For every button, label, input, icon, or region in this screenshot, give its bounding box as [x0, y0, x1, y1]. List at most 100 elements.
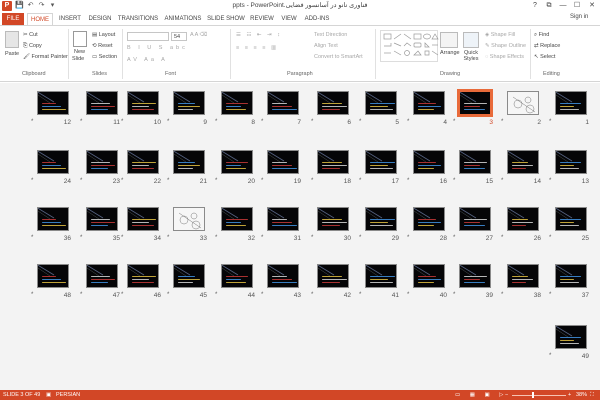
slide-thumbnail-1[interactable] — [555, 91, 587, 115]
language-indicator[interactable]: PERSIAN — [56, 390, 80, 400]
slide-thumbnail-17[interactable] — [365, 150, 397, 174]
ribbon-display-button[interactable]: ⧉ — [542, 0, 556, 11]
quick-styles-icon[interactable] — [463, 32, 479, 48]
slide-thumbnail-5[interactable] — [365, 91, 397, 115]
tab-home[interactable]: HOME — [27, 13, 53, 25]
slide-thumbnail-41[interactable] — [365, 264, 397, 288]
section-button[interactable]: ▭ Section — [92, 54, 117, 60]
spell-check-icon[interactable]: ▣ — [46, 390, 51, 400]
select-button[interactable]: ↖ Select — [534, 54, 555, 60]
new-slide-button[interactable]: New — [74, 49, 85, 55]
slide-thumbnail-22[interactable] — [127, 150, 159, 174]
slide-thumbnail-2[interactable] — [507, 91, 539, 115]
sign-in-link[interactable]: Sign in — [570, 14, 588, 20]
slide-thumbnail-31[interactable] — [267, 207, 299, 231]
tab-animations[interactable]: ANIMATIONS — [162, 13, 204, 25]
slide-thumbnail-14[interactable] — [507, 150, 539, 174]
slide-thumbnail-25[interactable] — [555, 207, 587, 231]
align-text-button[interactable]: Align Text — [314, 43, 338, 49]
tab-file[interactable]: FILE — [2, 13, 24, 25]
slide-thumbnail-24[interactable] — [37, 150, 69, 174]
tab-slide-show[interactable]: SLIDE SHOW — [206, 13, 246, 25]
slide-thumbnail-35[interactable] — [86, 207, 118, 231]
slide-thumbnail-29[interactable] — [365, 207, 397, 231]
cut-button[interactable]: ✂ Cut — [23, 32, 38, 38]
slide-thumbnail-23[interactable] — [86, 150, 118, 174]
font-color-buttons-icon[interactable]: AV Aa A — [127, 57, 168, 63]
reset-button[interactable]: ⟲ Reset — [92, 43, 113, 49]
fit-window-icon[interactable]: ⛶ — [590, 390, 594, 400]
slide-thumbnail-30[interactable] — [317, 207, 349, 231]
zoom-out-button[interactable]: − — [505, 390, 508, 400]
shape-outline-button[interactable]: ✎ Shape Outline — [485, 43, 526, 49]
shapes-gallery[interactable] — [380, 30, 439, 62]
slide-thumbnail-9[interactable] — [173, 91, 205, 115]
slide-thumbnail-16[interactable] — [413, 150, 445, 174]
tab-review[interactable]: REVIEW — [248, 13, 276, 25]
slide-thumbnail-48[interactable] — [37, 264, 69, 288]
tab-design[interactable]: DESIGN — [86, 13, 114, 25]
font-name-box[interactable] — [127, 32, 169, 41]
slide-thumbnail-7[interactable] — [267, 91, 299, 115]
slide-thumbnail-49[interactable] — [555, 325, 587, 349]
font-format-buttons-icon[interactable]: B I U S abc — [127, 45, 188, 51]
slide-thumbnail-8[interactable] — [221, 91, 253, 115]
find-button[interactable]: ⌕ Find — [534, 32, 549, 39]
slide-thumbnail-13[interactable] — [555, 150, 587, 174]
slide-thumbnail-10[interactable] — [127, 91, 159, 115]
tab-transitions[interactable]: TRANSITIONS — [116, 13, 160, 25]
slide-thumbnail-39[interactable] — [459, 264, 491, 288]
slide-thumbnail-36[interactable] — [37, 207, 69, 231]
zoom-slider[interactable] — [512, 394, 566, 396]
minimize-button[interactable]: — — [556, 0, 570, 11]
format-painter-button[interactable]: 🖌 Format Painter — [23, 54, 68, 60]
slide-thumbnail-15[interactable] — [459, 150, 491, 174]
zoom-in-button[interactable]: + — [568, 390, 571, 400]
tab-view[interactable]: VIEW — [278, 13, 300, 25]
align-buttons-icon[interactable]: ≡ ≡ ≡ ≡ ▥ — [236, 45, 278, 51]
zoom-slider-thumb[interactable] — [532, 392, 534, 398]
new-slide-icon[interactable] — [73, 31, 87, 47]
paste-icon[interactable] — [5, 31, 19, 48]
replace-button[interactable]: ⇄ Replace — [534, 43, 560, 49]
slide-thumbnail-43[interactable] — [267, 264, 299, 288]
slide-thumbnail-18[interactable] — [317, 150, 349, 174]
slide-thumbnail-44[interactable] — [221, 264, 253, 288]
arrange-button[interactable]: Arrange — [440, 50, 460, 56]
slide-thumbnail-19[interactable] — [267, 150, 299, 174]
quick-styles-button[interactable]: Quick Styles — [460, 50, 482, 62]
slide-thumbnail-47[interactable] — [86, 264, 118, 288]
arrange-icon[interactable] — [440, 32, 458, 48]
slide-thumbnail-38[interactable] — [507, 264, 539, 288]
new-slide-button-line2[interactable]: Slide — [72, 56, 84, 62]
slide-thumbnail-32[interactable] — [221, 207, 253, 231]
slide-thumbnail-20[interactable] — [221, 150, 253, 174]
convert-smartart-button[interactable]: Convert to SmartArt — [314, 54, 363, 60]
slide-thumbnail-11[interactable] — [86, 91, 118, 115]
text-direction-button[interactable]: Text Direction — [314, 32, 347, 38]
slide-thumbnail-3[interactable] — [457, 89, 493, 117]
font-size-box[interactable]: 54 — [171, 32, 187, 41]
slide-thumbnail-42[interactable] — [317, 264, 349, 288]
slide-thumbnail-21[interactable] — [173, 150, 205, 174]
slide-thumbnail-12[interactable] — [37, 91, 69, 115]
slide-thumbnail-40[interactable] — [413, 264, 445, 288]
shape-effects-button[interactable]: ◌ Shape Effects — [485, 54, 524, 60]
zoom-level[interactable]: 38% — [576, 390, 587, 400]
slide-thumbnail-4[interactable] — [413, 91, 445, 115]
slide-thumbnail-33[interactable] — [173, 207, 205, 231]
shape-fill-button[interactable]: ◈ Shape Fill — [485, 32, 515, 38]
maximize-button[interactable]: ☐ — [570, 0, 584, 11]
slide-thumbnail-6[interactable] — [317, 91, 349, 115]
slide-thumbnail-27[interactable] — [459, 207, 491, 231]
slide-thumbnail-34[interactable] — [127, 207, 159, 231]
list-buttons-icon[interactable]: ☰ ☷ ⇤ ⇥ ↕ — [236, 32, 282, 38]
close-button[interactable]: ✕ — [585, 0, 599, 11]
slide-thumbnail-26[interactable] — [507, 207, 539, 231]
help-button[interactable]: ? — [528, 0, 542, 11]
layout-button[interactable]: ▤ Layout — [92, 32, 115, 38]
slide-thumbnail-46[interactable] — [127, 264, 159, 288]
tab-add-ins[interactable]: ADD-INS — [302, 13, 332, 25]
copy-button[interactable]: ⎘ Copy — [23, 43, 42, 50]
slide-thumbnail-37[interactable] — [555, 264, 587, 288]
